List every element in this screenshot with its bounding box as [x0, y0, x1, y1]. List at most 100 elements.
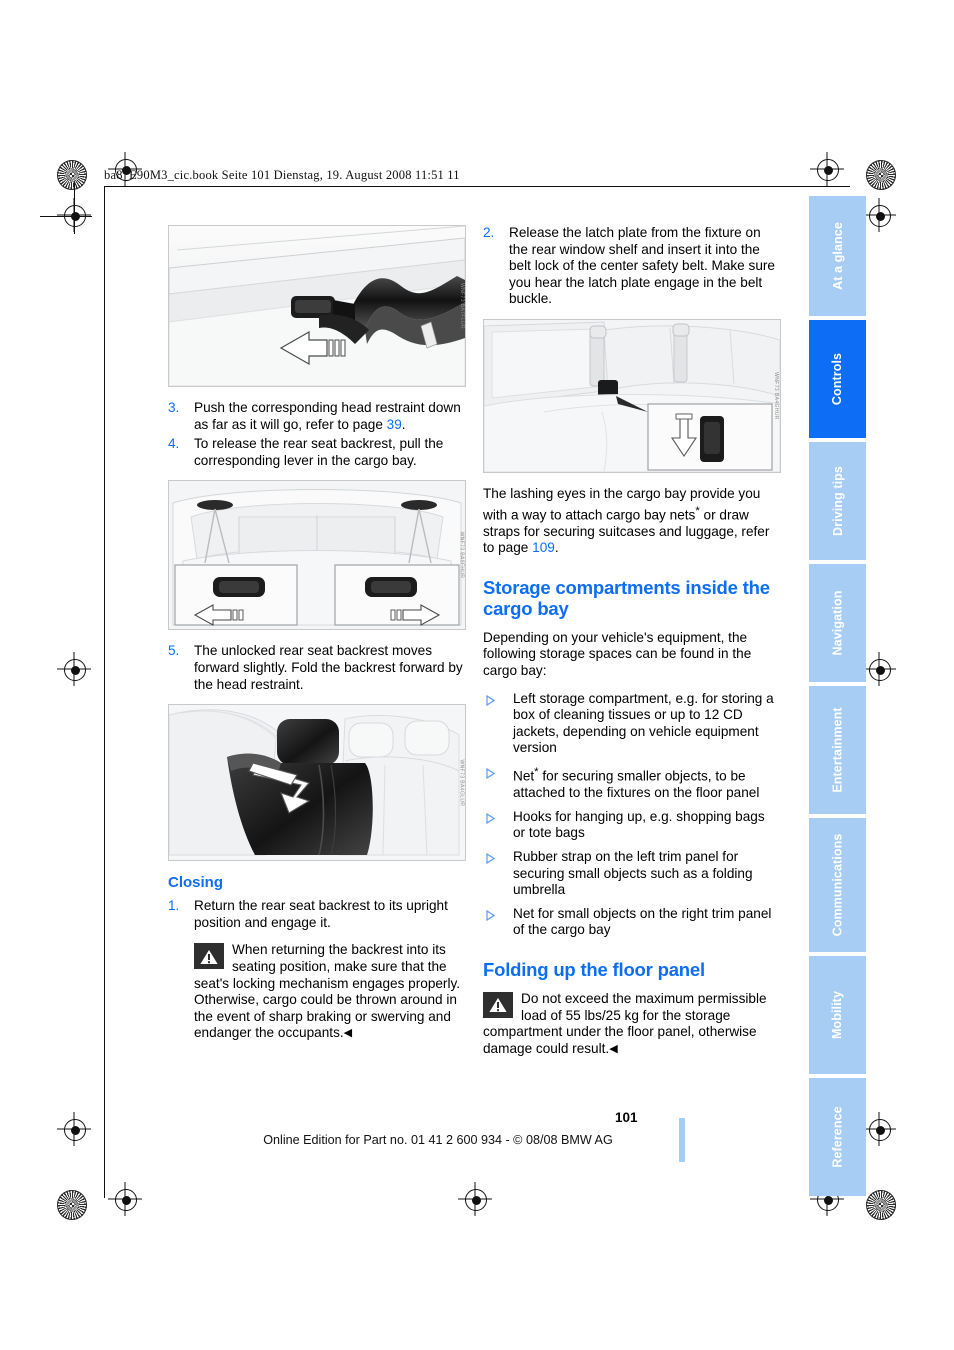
step-text: To release the rear seat backrest, pull …: [194, 436, 444, 468]
tab-label: Reference: [830, 1106, 845, 1168]
closing-warning-text: When returning the backrest into its sea…: [194, 942, 461, 1041]
list-item: Net* for securing smaller objects, to be…: [483, 764, 779, 802]
rosette-mark-bottom-right: [866, 1190, 896, 1220]
figure-1-wrapper: WNF73 BA7FLUR: [168, 225, 466, 387]
rosette-mark-top-left: [57, 160, 87, 190]
right-text-column: 2. Release the latch plate from the fixtu…: [483, 225, 781, 1068]
figure-folded-backrest: [168, 704, 466, 862]
storage-items-list: Left storage compartment, e.g. for stori…: [483, 691, 779, 939]
figure-2-wrapper: WNF73 BA8FHUR: [168, 480, 466, 631]
folding-warning-text: Do not exceed the maximum permissible lo…: [483, 990, 767, 1056]
step-text: Release the latch plate from the fixture…: [509, 225, 775, 307]
folding-warning-end-marker: ◀: [609, 1042, 618, 1055]
sidebar-tab-entertainment[interactable]: Entertainment: [809, 686, 866, 814]
rosette-mark-bottom-left: [57, 1190, 87, 1220]
bullet-triangle-icon: [486, 852, 496, 865]
registration-mark-left-lower: [57, 1112, 91, 1146]
section-tab-rail: At a glance Controls Driving tips Naviga…: [809, 196, 866, 1200]
closing-steps-list: 1. Return the rear seat backrest to its u…: [168, 898, 464, 931]
figure-cargo-bay-levers: [168, 480, 466, 631]
bullet-triangle-icon: [486, 694, 496, 706]
step-text: The unlocked rear seat backrest moves fo…: [194, 643, 463, 692]
figure-latch-plate: [168, 225, 466, 387]
step-text-after: .: [401, 416, 406, 432]
warning-triangle-icon: [483, 991, 513, 1018]
list-item: Hooks for hanging up, e.g. shopping bags…: [483, 809, 779, 842]
manual-page: ba8_E90M3_cic.book Seite 101 Dienstag, 1…: [0, 0, 954, 1350]
registration-mark-right-lower: [862, 1112, 896, 1146]
tab-label: At a glance: [830, 222, 845, 290]
step-number: 2.: [483, 225, 495, 240]
storage-intro-paragraph: Depending on your vehicle's equipment, t…: [483, 629, 752, 679]
registration-mark-bottom-left: [108, 1182, 142, 1216]
step-text: Return the rear seat backrest to its upr…: [194, 898, 448, 930]
crop-line-left-top: [40, 216, 92, 217]
lashing-eyes-paragraph: The lashing eyes in the cargo bay provid…: [483, 486, 779, 557]
bullet-triangle-icon: [486, 909, 496, 921]
sidebar-tab-controls[interactable]: Controls: [809, 320, 866, 438]
sidebar-tab-mobility[interactable]: Mobility: [809, 956, 866, 1074]
left-text-column: WNF73 BA7FLUR 3. Push the corresponding h…: [168, 225, 466, 1053]
step-number: 3.: [168, 400, 180, 415]
page-reference-109[interactable]: 109: [532, 540, 555, 555]
list-item-text-after: for securing smaller objects, to be atta…: [513, 768, 760, 801]
footer-copyright: Online Edition for Part no. 01 41 2 600 …: [263, 1133, 613, 1147]
step-text: Push the corresponding head restraint do…: [194, 400, 461, 432]
steps-list-right: 2. Release the latch plate from the fixtu…: [483, 225, 779, 308]
registration-mark-bottom-center: [458, 1182, 492, 1216]
rosette-mark-top-right: [866, 160, 896, 190]
step-item-5: 5. The unlocked rear seat backrest moves …: [168, 643, 464, 693]
tab-label: Entertainment: [830, 707, 845, 793]
sidebar-tab-at-a-glance[interactable]: At a glance: [809, 196, 866, 316]
storage-compartments-heading: Storage compartments inside the cargo ba…: [483, 576, 770, 619]
figure-1-code: WNF73 BA7FLUR: [458, 282, 465, 330]
registration-mark-right-middle: [862, 652, 896, 686]
bullet-triangle-icon: [486, 812, 496, 824]
step-number: 4.: [168, 436, 180, 452]
closing-warning-end-marker: ◀: [343, 1027, 353, 1040]
step-item-3: 3. Push the corresponding head restraint …: [168, 400, 464, 433]
list-item-text: Left storage compartment, e.g. for stori…: [513, 690, 774, 756]
figure-3-code: WNF73 BA4GLUR: [458, 759, 465, 807]
lashing-text-3: .: [554, 540, 559, 556]
left-margin-rule: [104, 186, 105, 1198]
sidebar-tab-navigation[interactable]: Navigation: [809, 564, 866, 682]
crop-line-left-top-v: [74, 182, 75, 234]
registration-mark-right-upper: [862, 198, 896, 232]
folding-warning-block: Do not exceed the maximum permissible lo…: [483, 991, 779, 1057]
list-item-text: Net for small objects on the right trim …: [513, 905, 772, 938]
figure-3-wrapper: WNF73 BA4GLUR: [168, 704, 466, 862]
step-item-2: 2. Release the latch plate from the fixtu…: [483, 225, 779, 308]
registration-mark-left-middle: [57, 652, 91, 686]
tab-label: Driving tips: [830, 466, 845, 536]
sidebar-tab-communications[interactable]: Communications: [809, 818, 866, 952]
closing-step-item-1: 1. Return the rear seat backrest to its u…: [168, 898, 464, 931]
book-file-header: ba8_E90M3_cic.book Seite 101 Dienstag, 1…: [104, 168, 460, 182]
tab-label: Communications: [830, 833, 845, 937]
steps-list-b: 5. The unlocked rear seat backrest moves …: [168, 643, 464, 693]
steps-list-a: 3. Push the corresponding head restraint …: [168, 400, 464, 469]
list-item: Rubber strap on the left trim panel for …: [483, 849, 779, 899]
sidebar-tab-driving-tips[interactable]: Driving tips: [809, 442, 866, 560]
closing-warning-block: When returning the backrest into its sea…: [168, 942, 464, 1042]
warning-triangle-icon: [194, 943, 224, 970]
list-item: Net for small objects on the right trim …: [483, 906, 779, 939]
tab-label: Mobility: [830, 990, 845, 1040]
registration-mark-top-right: [810, 152, 844, 186]
step-item-4: 4. To release the rear seat backrest, pul…: [168, 436, 464, 469]
folding-floor-panel-heading: Folding up the floor panel: [483, 958, 705, 980]
list-item: Left storage compartment, e.g. for stori…: [483, 691, 779, 757]
header-rule: [104, 186, 850, 187]
figure-rear-seat-belt-buckle: [483, 318, 781, 473]
list-item-text: Rubber strap on the left trim panel for …: [513, 848, 753, 898]
tab-label: Controls: [830, 352, 845, 406]
step-number: 1.: [168, 898, 180, 914]
page-number: 101: [615, 1110, 638, 1125]
list-item-text: Hooks for hanging up, e.g. shopping bags…: [513, 808, 765, 841]
step-number: 5.: [168, 643, 180, 659]
bullet-triangle-icon: [486, 767, 496, 780]
page-reference-39[interactable]: 39: [387, 417, 402, 432]
closing-heading: Closing: [168, 874, 223, 892]
sidebar-tab-reference[interactable]: Reference: [809, 1078, 866, 1196]
list-item-text-before: Net: [513, 768, 535, 784]
